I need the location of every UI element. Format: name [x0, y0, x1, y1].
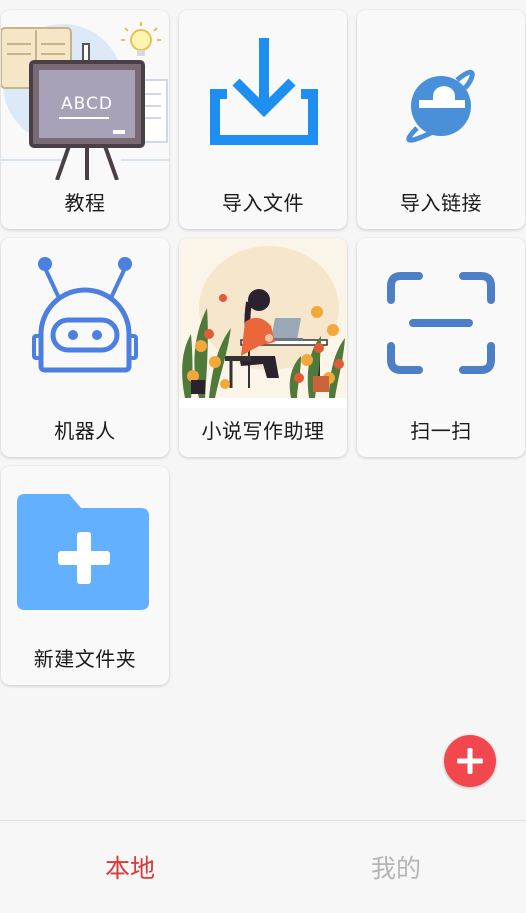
plus-icon	[457, 748, 483, 774]
card-label: 小说写作助理	[201, 419, 325, 443]
bottom-navigation: 本地 我的	[0, 820, 526, 913]
card-label: 教程	[64, 191, 106, 215]
novel-writing-illustration	[179, 238, 347, 408]
robot-icon	[1, 238, 169, 408]
card-scan[interactable]: 扫一扫	[357, 238, 525, 457]
tutorial-blackboard-icon: ABCD	[1, 10, 169, 180]
card-label: 机器人	[54, 419, 116, 443]
new-folder-icon	[1, 466, 169, 636]
card-tutorial[interactable]: ABCD 教程	[1, 10, 169, 229]
tab-mine[interactable]: 我的	[336, 849, 456, 885]
blackboard-text: ABCD	[61, 94, 113, 114]
card-label: 导入文件	[222, 191, 304, 215]
card-import-file[interactable]: 导入文件	[179, 10, 347, 229]
card-new-folder[interactable]: 新建文件夹	[1, 466, 169, 685]
card-label: 扫一扫	[410, 419, 472, 443]
tab-local[interactable]: 本地	[70, 849, 190, 885]
scan-frame-icon	[357, 238, 525, 408]
card-label: 导入链接	[400, 191, 482, 215]
card-label: 新建文件夹	[33, 647, 137, 671]
card-import-link[interactable]: 导入链接	[357, 10, 525, 229]
add-fab-button[interactable]	[444, 735, 496, 787]
card-robot[interactable]: 机器人	[1, 238, 169, 457]
ie-browser-link-icon	[357, 10, 525, 180]
import-file-download-icon	[179, 10, 347, 180]
card-novel-assistant[interactable]: 小说写作助理	[179, 238, 347, 457]
